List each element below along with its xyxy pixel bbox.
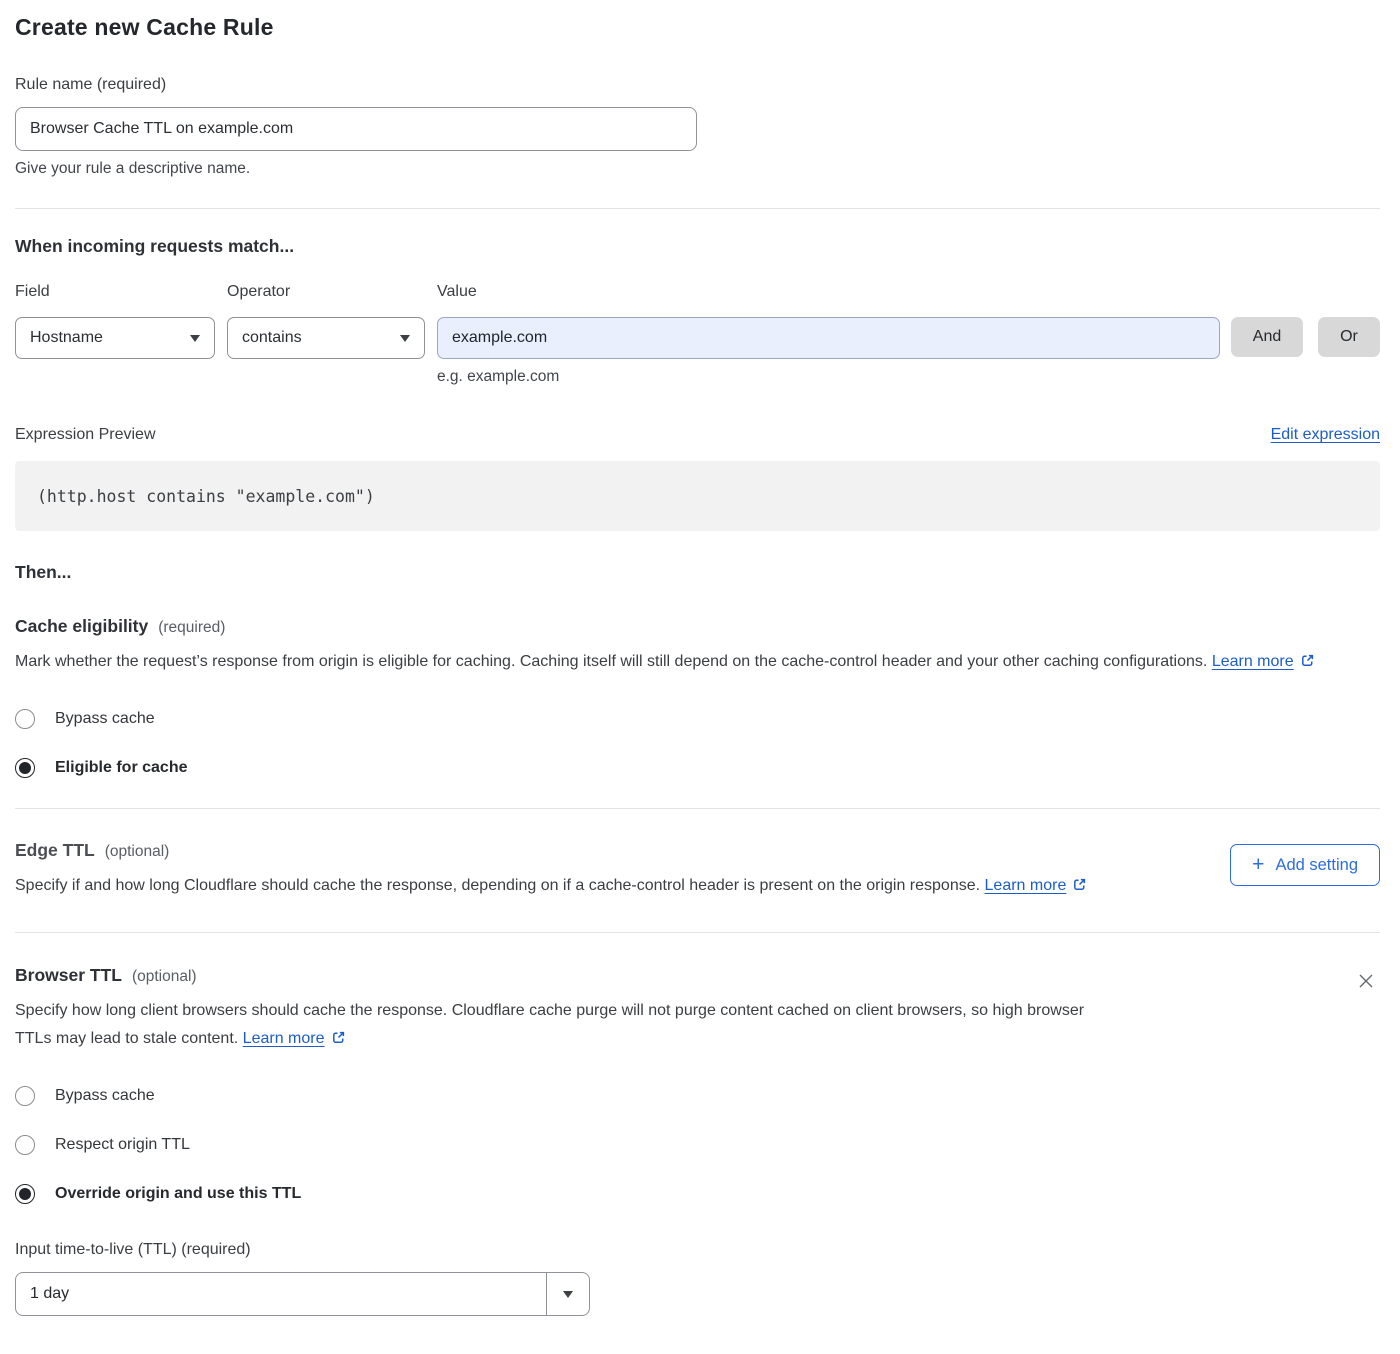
and-button[interactable]: And — [1231, 317, 1303, 357]
divider — [15, 932, 1380, 933]
radio-option-label: Bypass cache — [55, 1087, 155, 1105]
ttl-select[interactable]: 1 day — [15, 1272, 590, 1316]
radio-unselected-icon[interactable] — [15, 1135, 35, 1155]
add-setting-label: Add setting — [1275, 856, 1358, 875]
browser-ttl-description: Specify how long client browsers should … — [15, 997, 1120, 1055]
expression-text: (http.host contains "example.com") — [37, 487, 375, 506]
radio-option-override-origin-ttl[interactable]: Override origin and use this TTL — [15, 1184, 1380, 1204]
operator-select-value: contains — [242, 329, 302, 347]
edge-ttl-learn-more-link[interactable]: Learn more — [985, 877, 1067, 894]
external-link-icon — [1072, 874, 1087, 902]
edge-ttl-description: Specify if and how long Cloudflare shoul… — [15, 872, 1087, 902]
browser-ttl-heading: Browser TTL — [15, 965, 122, 986]
field-select[interactable]: Hostname — [15, 317, 215, 359]
edit-expression-link[interactable]: Edit expression — [1271, 426, 1380, 444]
edge-ttl-heading: Edge TTL — [15, 840, 95, 861]
field-column-label: Field — [15, 283, 215, 301]
radio-option-label: Override origin and use this TTL — [55, 1185, 301, 1203]
add-setting-button[interactable]: + Add setting — [1230, 844, 1380, 886]
browser-ttl-description-text: Specify how long client browsers should … — [15, 1002, 1084, 1047]
radio-selected-icon[interactable] — [15, 1184, 35, 1204]
radio-unselected-icon[interactable] — [15, 1086, 35, 1106]
rule-name-input[interactable] — [15, 107, 697, 151]
divider — [15, 208, 1380, 209]
radio-option-eligible-for-cache[interactable]: Eligible for cache — [15, 758, 1380, 778]
ttl-select-arrow-segment[interactable] — [546, 1273, 589, 1315]
then-heading: Then... — [15, 562, 1380, 583]
create-cache-rule-form: Create new Cache Rule Rule name (require… — [0, 0, 1400, 1316]
cache-eligibility-description-text: Mark whether the request’s response from… — [15, 653, 1207, 670]
cache-eligibility-heading: Cache eligibility — [15, 616, 148, 637]
radio-option-label: Bypass cache — [55, 710, 155, 728]
plus-icon: + — [1252, 854, 1264, 875]
radio-option-respect-origin-ttl[interactable]: Respect origin TTL — [15, 1135, 1380, 1155]
cache-eligibility-requirement: (required) — [158, 619, 225, 637]
operator-column-label: Operator — [227, 283, 425, 301]
edge-ttl-requirement: (optional) — [105, 843, 170, 861]
match-section-heading: When incoming requests match... — [15, 236, 1380, 257]
rule-name-helper: Give your rule a descriptive name. — [15, 160, 1380, 178]
external-link-icon — [1300, 650, 1315, 678]
remove-browser-ttl-button[interactable] — [1352, 967, 1380, 998]
cache-eligibility-description: Mark whether the request’s response from… — [15, 648, 1365, 678]
edge-ttl-description-text: Specify if and how long Cloudflare shoul… — [15, 877, 980, 894]
cache-eligibility-learn-more-link[interactable]: Learn more — [1212, 653, 1294, 670]
field-select-value: Hostname — [30, 329, 103, 347]
browser-ttl-learn-more-link[interactable]: Learn more — [243, 1030, 325, 1047]
operator-select[interactable]: contains — [227, 317, 425, 359]
radio-unselected-icon[interactable] — [15, 709, 35, 729]
page-title: Create new Cache Rule — [15, 14, 1380, 41]
match-condition-row: Field Hostname Operator contains Value e… — [15, 283, 1380, 386]
external-link-icon — [331, 1027, 346, 1055]
chevron-down-icon — [563, 1291, 573, 1298]
value-helper: e.g. example.com — [437, 368, 1220, 386]
value-column-label: Value — [437, 283, 1220, 301]
radio-option-bypass-cache[interactable]: Bypass cache — [15, 709, 1380, 729]
expression-preview-label: Expression Preview — [15, 426, 156, 444]
radio-option-label: Eligible for cache — [55, 759, 187, 777]
browser-ttl-requirement: (optional) — [132, 968, 197, 986]
close-icon — [1356, 971, 1376, 991]
radio-selected-icon[interactable] — [15, 758, 35, 778]
radio-option-browser-bypass-cache[interactable]: Bypass cache — [15, 1086, 1380, 1106]
or-button[interactable]: Or — [1318, 317, 1380, 357]
value-input[interactable] — [437, 317, 1220, 359]
divider — [15, 808, 1380, 809]
chevron-down-icon — [400, 335, 410, 342]
rule-name-label: Rule name (required) — [15, 76, 1380, 94]
chevron-down-icon — [190, 335, 200, 342]
ttl-input-label: Input time-to-live (TTL) (required) — [15, 1241, 1380, 1259]
ttl-select-value: 1 day — [16, 1273, 546, 1315]
radio-option-label: Respect origin TTL — [55, 1136, 190, 1154]
expression-preview-code: (http.host contains "example.com") — [15, 461, 1380, 531]
